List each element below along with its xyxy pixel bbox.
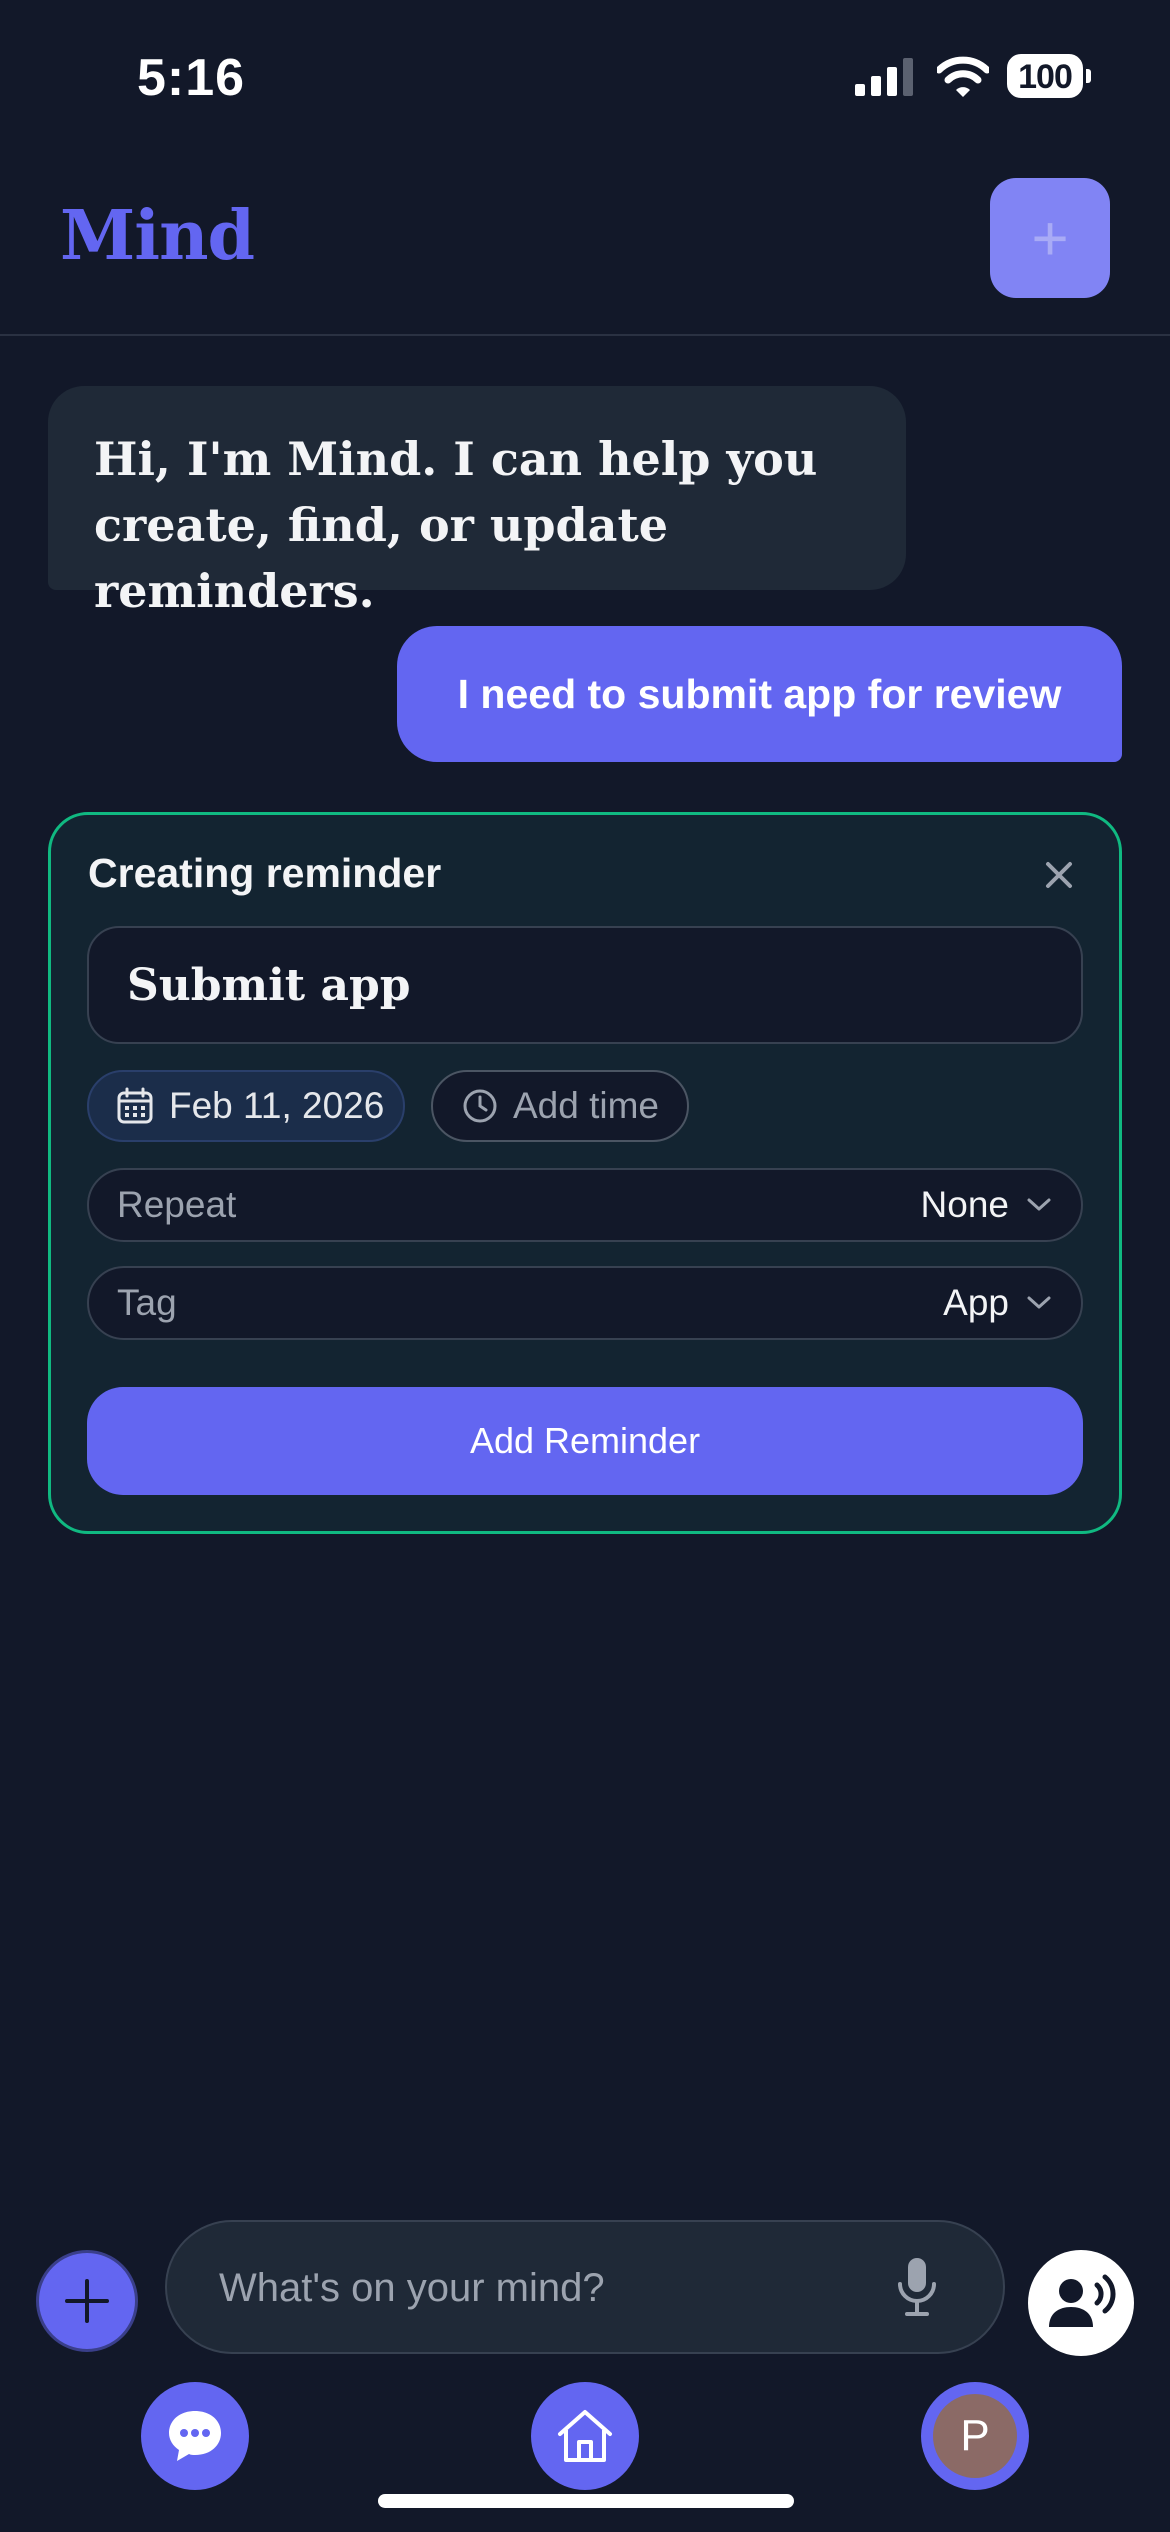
avatar-initial: P [960, 2411, 990, 2460]
message-composer [165, 2220, 1005, 2354]
app-brand: Mind [60, 196, 255, 276]
nav-chat-button[interactable] [141, 2382, 249, 2490]
repeat-select[interactable]: Repeat None [87, 1168, 1083, 1242]
tag-label: Tag [117, 1282, 177, 1323]
status-time: 5:16 [137, 49, 246, 107]
chat-bubble-icon [169, 2411, 221, 2461]
clock-icon [463, 1089, 497, 1123]
home-icon [558, 2410, 612, 2462]
reminder-name-field[interactable]: Submit app [87, 926, 1083, 1044]
microphone-icon[interactable] [895, 2256, 939, 2318]
message-input[interactable] [217, 2222, 861, 2354]
attach-button[interactable] [36, 2250, 138, 2352]
tag-value: App [943, 1282, 1009, 1323]
chevron-down-icon [1027, 1198, 1051, 1211]
add-time-chip[interactable]: Add time [431, 1070, 689, 1142]
avatar: P [933, 2394, 1017, 2478]
close-icon[interactable] [1040, 856, 1078, 894]
header-add-button[interactable]: + [990, 178, 1110, 298]
battery-icon: 100 [1007, 54, 1091, 100]
calendar-icon [117, 1087, 153, 1124]
plus-icon [65, 2279, 109, 2323]
header-divider [0, 334, 1170, 336]
wifi-icon [937, 56, 989, 97]
date-value: Feb 11, 2026 [169, 1085, 385, 1126]
repeat-label: Repeat [117, 1184, 237, 1225]
add-time-label: Add time [513, 1085, 660, 1126]
nav-home-button[interactable] [531, 2382, 639, 2490]
cellular-signal-icon [855, 58, 913, 96]
tag-select[interactable]: Tag App [87, 1266, 1083, 1340]
add-reminder-button[interactable]: Add Reminder [87, 1387, 1083, 1495]
assistant-message: Hi, I'm Mind. I can help you create, fin… [48, 386, 906, 618]
user-message: I need to submit app for review [397, 626, 1122, 762]
plus-icon: + [1031, 202, 1069, 274]
chevron-down-icon [1027, 1296, 1051, 1309]
repeat-value: None [920, 1184, 1009, 1225]
date-chip[interactable]: Feb 11, 2026 [87, 1070, 405, 1142]
speaking-person-icon [1049, 2274, 1116, 2327]
reminder-name-value: Submit app [127, 959, 411, 1011]
nav-profile-button[interactable]: P [921, 2382, 1029, 2490]
voice-mode-button[interactable] [1028, 2250, 1134, 2356]
battery-level: 100 [1018, 58, 1073, 96]
reminder-card-title: Creating reminder [88, 850, 442, 896]
home-indicator [378, 2494, 794, 2508]
